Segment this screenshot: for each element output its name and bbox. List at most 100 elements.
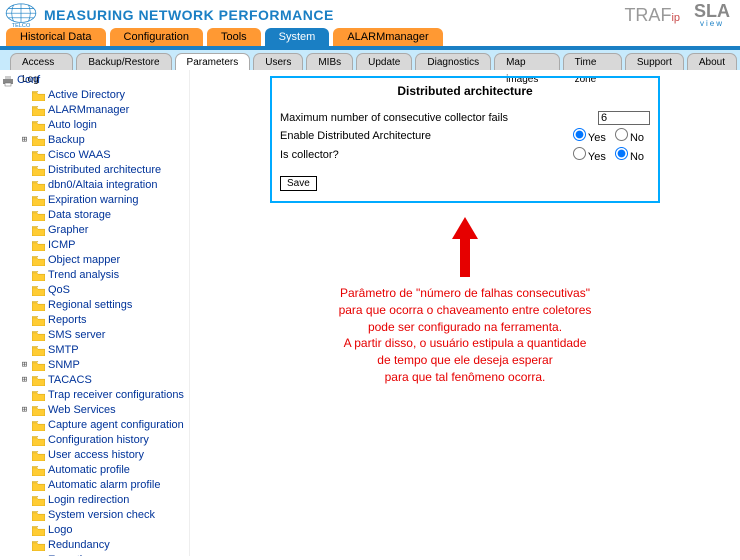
content-pane: Distributed architecture Maximum number … — [190, 70, 740, 556]
tree-item[interactable]: Object mapper — [2, 253, 189, 268]
secondary-tab[interactable]: Parameters — [175, 53, 251, 70]
annotation-line: pode ser configurado na ferramenta. — [285, 319, 645, 336]
app-header: TELCO MEASURING NETWORK PERFORMANCE TRAF… — [0, 0, 740, 30]
tree-item-label: dbn0/Altaia integration — [48, 179, 157, 192]
radio-label: Yes — [588, 132, 606, 144]
tree-item-label: Web Services — [48, 404, 116, 417]
tree-item-label: Trend analysis — [48, 269, 119, 282]
tree-item[interactable]: ⊞ SNMP — [2, 358, 189, 373]
expand-icon[interactable]: ⊞ — [20, 134, 29, 147]
secondary-tab[interactable]: Access Log — [10, 53, 73, 70]
enable-no-radio[interactable] — [615, 128, 628, 141]
secondary-tab[interactable]: Diagnostics — [415, 53, 491, 70]
tree-item-label: ALARMmanager — [48, 104, 129, 117]
expand-icon[interactable]: ⊞ — [20, 404, 29, 417]
tree-root[interactable]: Conf — [2, 73, 189, 88]
tree-item-label: Data storage — [48, 209, 111, 222]
tree-item[interactable]: Grapher — [2, 223, 189, 238]
tree-item[interactable]: SMS server — [2, 328, 189, 343]
radio-label: No — [630, 132, 644, 144]
tree-item[interactable]: Configuration history — [2, 433, 189, 448]
config-panel: Distributed architecture Maximum number … — [270, 76, 660, 203]
telco-logo-icon: TELCO — [4, 2, 38, 28]
tree-item-label: Capture agent configuration — [48, 419, 184, 432]
tree-item[interactable]: Cisco WAAS — [2, 148, 189, 163]
primary-tabs: Historical DataConfigurationToolsSystemA… — [0, 30, 740, 50]
tree-item[interactable]: Login redirection — [2, 493, 189, 508]
secondary-tab[interactable]: About — [687, 53, 737, 70]
tree-item[interactable]: Active Directory — [2, 88, 189, 103]
collector-yes-radio[interactable] — [573, 147, 586, 160]
secondary-tabs: Access LogBackup/RestoreParametersUsersM… — [0, 50, 740, 70]
save-button[interactable]: Save — [280, 176, 317, 191]
tree-item-label: SMTP — [48, 344, 79, 357]
primary-tab[interactable]: System — [265, 28, 330, 46]
tree-item[interactable]: System version check — [2, 508, 189, 523]
tree-item-label: Automatic profile — [48, 464, 130, 477]
radio-group: Yes No — [573, 128, 650, 144]
tree-item[interactable]: Regional settings — [2, 298, 189, 313]
expand-icon[interactable]: ⊞ — [20, 554, 29, 556]
secondary-tab[interactable]: Backup/Restore — [76, 53, 171, 70]
secondary-tab[interactable]: Update — [356, 53, 412, 70]
tree-item-label: Configuration history — [48, 434, 149, 447]
tree-item[interactable]: ICMP — [2, 238, 189, 253]
form-label: Is collector? — [280, 149, 573, 161]
tree-item-label: Redundancy — [48, 539, 110, 552]
tree-item[interactable]: Automatic profile — [2, 463, 189, 478]
tree-item[interactable]: ⊞TACACS — [2, 373, 189, 388]
tree-item[interactable]: Trend analysis — [2, 268, 189, 283]
tree-item[interactable]: SMTP — [2, 343, 189, 358]
primary-tab[interactable]: Configuration — [110, 28, 203, 46]
tree-item[interactable]: ALARMmanager — [2, 103, 189, 118]
tree-item[interactable]: Data storage — [2, 208, 189, 223]
tree-item[interactable]: ⊞ Web Services — [2, 403, 189, 418]
annotation-text: Parâmetro de "número de falhas consecuti… — [285, 285, 645, 386]
tree-item[interactable]: Expiration warning — [2, 193, 189, 208]
tree-item[interactable]: dbn0/Altaia integration — [2, 178, 189, 193]
tree-item-label: SNMP — [48, 359, 80, 372]
tree-item[interactable]: Distributed architecture — [2, 163, 189, 178]
radio-group: Yes No — [573, 147, 650, 163]
radio-label: Yes — [588, 151, 606, 163]
tree-item-label: Distributed architecture — [48, 164, 161, 177]
tree-item[interactable]: Redundancy — [2, 538, 189, 553]
annotation-line: para que tal fenômeno ocorra. — [285, 369, 645, 386]
primary-tab[interactable]: ALARMmanager — [333, 28, 442, 46]
tree-item[interactable]: ⊞Exporting — [2, 553, 189, 556]
tree-item[interactable]: ⊞Backup — [2, 133, 189, 148]
radio-label: No — [630, 151, 644, 163]
primary-tab[interactable]: Tools — [207, 28, 261, 46]
secondary-tab[interactable]: Time zone — [563, 53, 622, 70]
enable-yes-radio[interactable] — [573, 128, 586, 141]
tree-item-label: Regional settings — [48, 299, 132, 312]
tree-item-label: Trap receiver configurations — [48, 389, 184, 402]
header-right: TRAFip SLA view — [624, 2, 730, 28]
collector-no-radio[interactable] — [615, 147, 628, 160]
tree-item-label: Active Directory — [48, 89, 125, 102]
primary-tab[interactable]: Historical Data — [6, 28, 106, 46]
tree-item[interactable]: Automatic alarm profile — [2, 478, 189, 493]
form-label: Enable Distributed Architecture — [280, 130, 573, 142]
panel-title: Distributed architecture — [280, 82, 650, 108]
tree-item[interactable]: Trap receiver configurations — [2, 388, 189, 403]
tree-item[interactable]: Auto login — [2, 118, 189, 133]
expand-icon[interactable]: ⊞ — [20, 359, 29, 372]
tree-item[interactable]: Capture agent configuration — [2, 418, 189, 433]
tree-item[interactable]: User access history — [2, 448, 189, 463]
annotation-line: para que ocorra o chaveamento entre cole… — [285, 302, 645, 319]
tree-item[interactable]: QoS — [2, 283, 189, 298]
sidebar-tree: ConfActive Directory ALARMmanagerAuto log… — [0, 70, 190, 556]
secondary-tab[interactable]: Users — [253, 53, 303, 70]
expand-icon[interactable]: ⊞ — [20, 374, 29, 387]
secondary-tab[interactable]: MIBs — [306, 53, 353, 70]
tree-item-label: Automatic alarm profile — [48, 479, 161, 492]
tree-item[interactable]: Reports — [2, 313, 189, 328]
tree-item[interactable]: Logo — [2, 523, 189, 538]
form-row-enable-dist: Enable Distributed Architecture Yes No — [280, 128, 650, 144]
form-row-is-collector: Is collector? Yes No — [280, 147, 650, 163]
secondary-tab[interactable]: Map images — [494, 53, 559, 70]
max-fails-input[interactable] — [598, 111, 650, 125]
secondary-tab[interactable]: Support — [625, 53, 684, 70]
main-area: ConfActive Directory ALARMmanagerAuto log… — [0, 70, 740, 556]
